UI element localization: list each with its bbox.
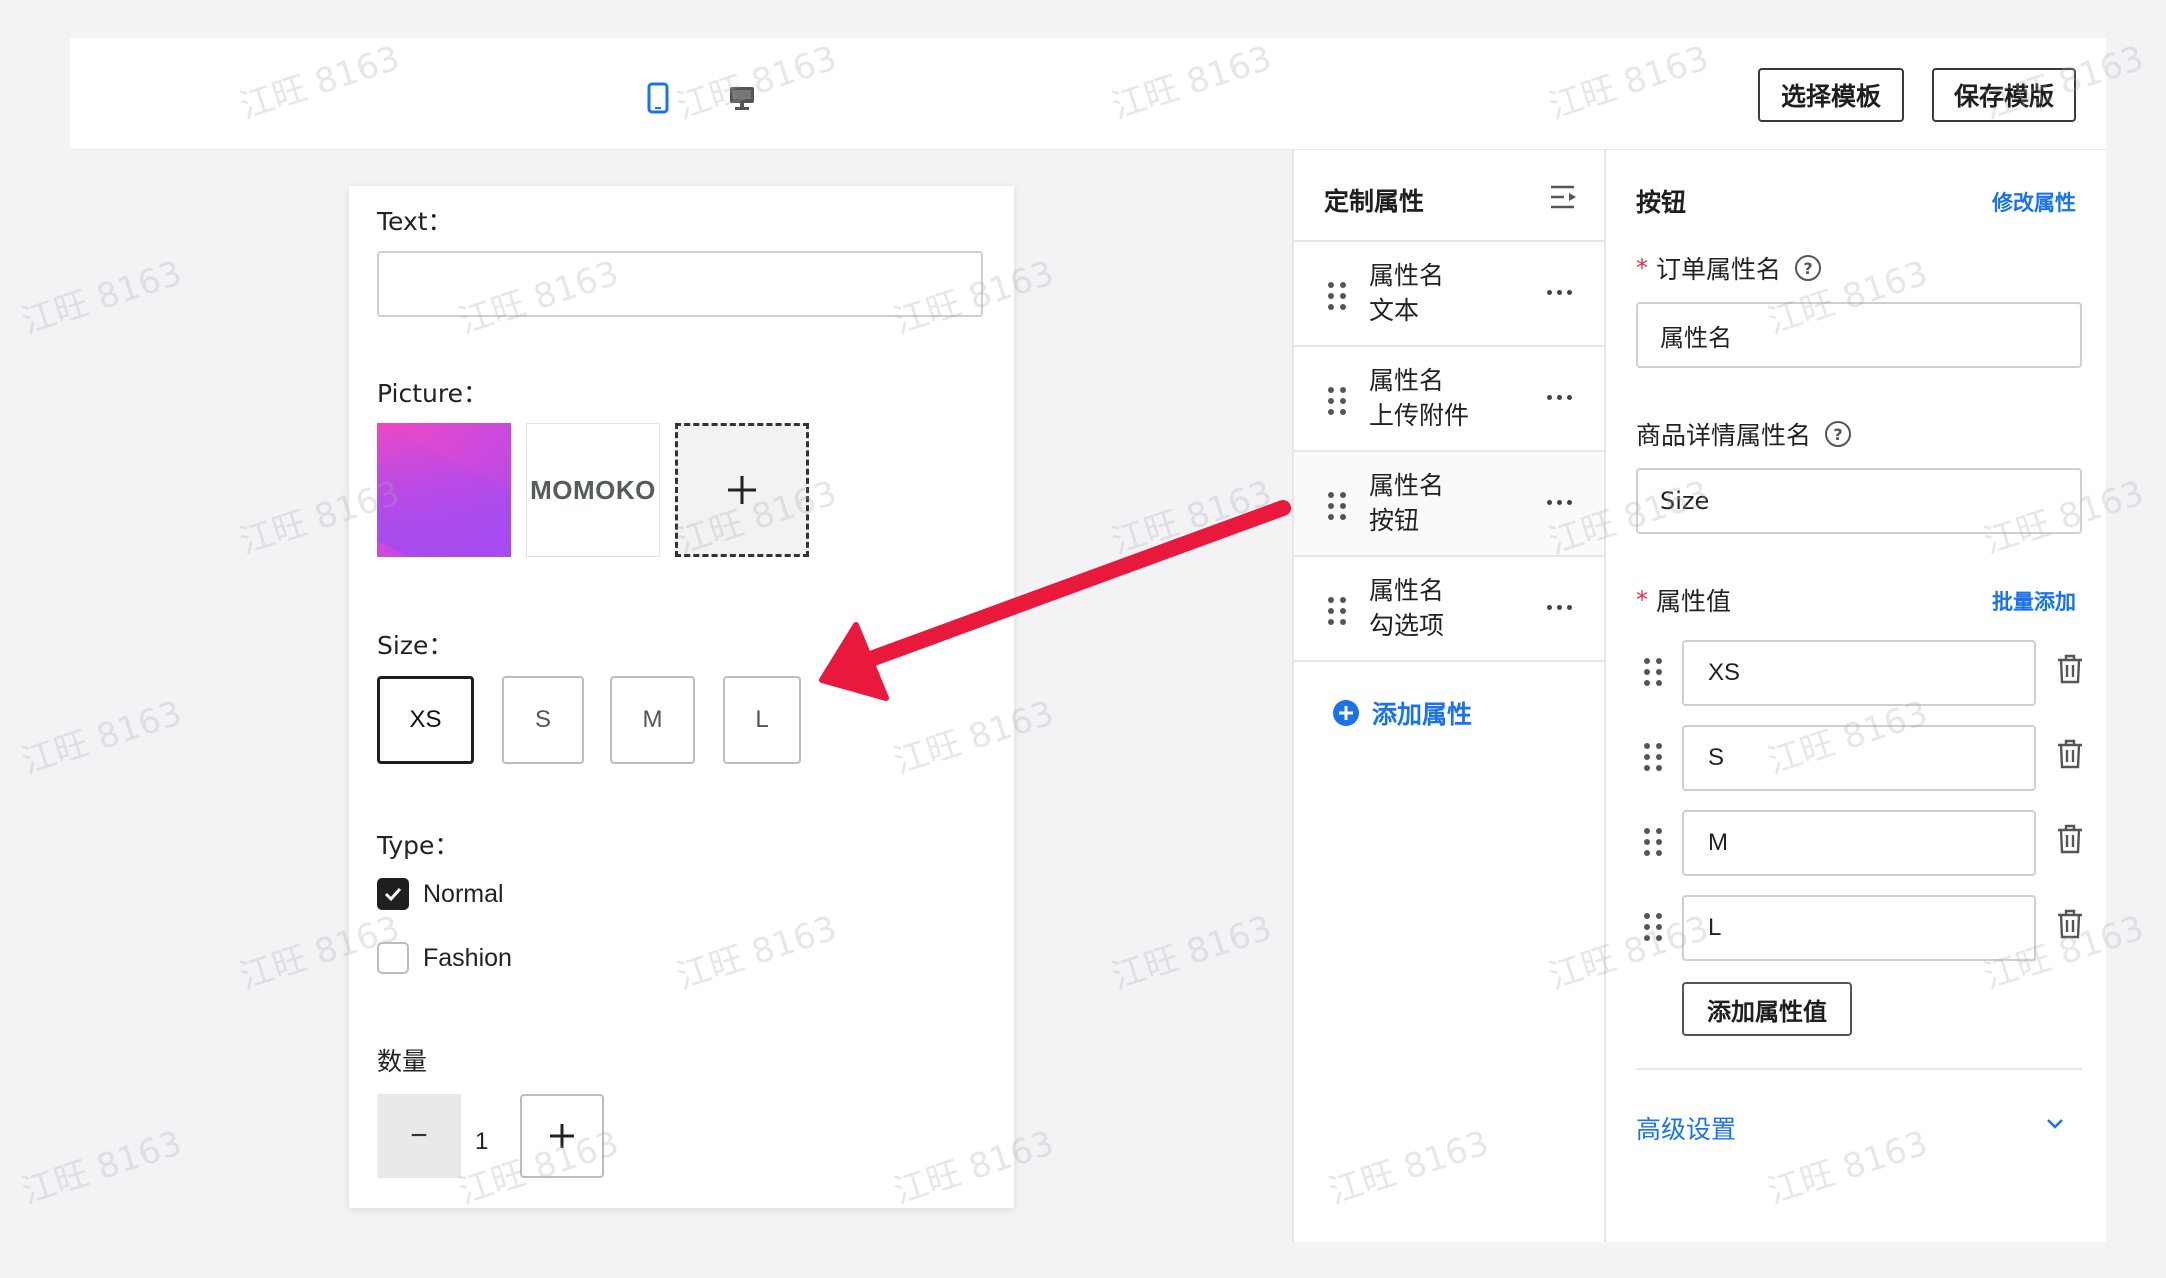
panel-title: 定制属性 (1324, 187, 1425, 216)
required-asterisk: * (1636, 254, 1648, 282)
save-template-button[interactable]: 保存模版 (1932, 68, 2076, 122)
drag-handle-icon[interactable] (1644, 828, 1662, 856)
attribute-name: 属性名 (1369, 261, 1445, 290)
size-option-l[interactable]: L (723, 676, 801, 764)
help-icon[interactable]: ? (1795, 255, 1822, 281)
quantity-increment-button[interactable] (520, 1094, 604, 1178)
more-options-icon[interactable] (1547, 395, 1572, 400)
batch-add-link[interactable]: 批量添加 (1992, 586, 2076, 616)
attribute-value-input-s[interactable]: S (1682, 725, 2036, 791)
attribute-type: 勾选项 (1369, 611, 1445, 640)
attribute-type: 按钮 (1369, 506, 1420, 535)
watermark-text: 江旺 8163 (16, 1123, 187, 1213)
section-divider (1636, 1068, 2082, 1070)
size-option-s[interactable]: S (502, 676, 584, 764)
order-attribute-label-text: 订单属性名 (1656, 255, 1782, 284)
watermark-text: 江旺 8163 (1106, 908, 1277, 998)
quantity-label: 数量 (377, 1047, 428, 1076)
attribute-config-panel: 按钮 修改属性 * 订单属性名 ? 属性名 商品详情属性名 ? Size * 属… (1606, 150, 2106, 1242)
drag-handle-icon[interactable] (1644, 743, 1662, 771)
checkbox-unchecked-icon (377, 942, 409, 974)
add-picture-button[interactable] (675, 423, 809, 557)
attribute-type: 文本 (1369, 296, 1420, 325)
help-icon[interactable]: ? (1825, 421, 1852, 447)
size-option-m[interactable]: M (610, 676, 695, 764)
add-attribute-value-button[interactable]: 添加属性值 (1682, 982, 1852, 1036)
custom-attributes-header: 定制属性 (1294, 150, 1604, 242)
type-option-fashion[interactable]: Fashion (377, 942, 512, 974)
watermark-text: 江旺 8163 (1106, 473, 1277, 563)
required-asterisk: * (1636, 586, 1648, 614)
top-toolbar: 选择模板 保存模版 (70, 38, 2106, 150)
advanced-settings-toggle[interactable]: 高级设置 (1636, 1110, 1736, 1146)
attribute-item-upload[interactable]: 属性名 上传附件 (1294, 347, 1604, 452)
trash-icon[interactable] (2056, 654, 2084, 684)
more-options-icon[interactable] (1547, 500, 1572, 505)
custom-attributes-panel: 定制属性 属性名 文本 属性名 上传附件 属性名 按钮 属性名 勾选项 添加属性 (1292, 150, 1606, 1242)
size-option-xs[interactable]: XS (377, 676, 474, 764)
text-input[interactable] (377, 251, 983, 317)
quantity-decrement-button[interactable]: − (377, 1094, 461, 1178)
minus-icon: − (410, 1119, 428, 1152)
detail-attribute-input[interactable]: Size (1636, 468, 2082, 534)
checkbox-checked-icon (377, 878, 409, 910)
collapse-list-icon[interactable] (1550, 184, 1580, 210)
attribute-value-input-xs[interactable]: XS (1682, 640, 2036, 706)
add-attribute-button[interactable]: 添加属性 (1332, 695, 1472, 731)
plus-icon (728, 476, 756, 504)
more-options-icon[interactable] (1547, 605, 1572, 610)
order-attribute-input[interactable]: 属性名 (1636, 302, 2082, 368)
attribute-item-button[interactable]: 属性名 按钮 (1294, 452, 1604, 557)
type-option-label: Normal (423, 879, 504, 908)
type-option-label: Fashion (423, 943, 512, 972)
attribute-type: 上传附件 (1369, 401, 1470, 430)
trash-icon[interactable] (2056, 824, 2084, 854)
attribute-name: 属性名 (1369, 366, 1445, 395)
more-options-icon[interactable] (1547, 290, 1572, 295)
picture-field-label: Picture： (377, 379, 488, 408)
type-option-normal[interactable]: Normal (377, 878, 504, 910)
drag-handle-icon[interactable] (1328, 597, 1346, 625)
text-field-label: Text： (377, 207, 453, 236)
product-preview-card: Text： Picture： MOMOKO Size： XS S M L Typ… (349, 186, 1014, 1208)
mobile-device-icon[interactable] (638, 78, 678, 118)
drag-handle-icon[interactable] (1328, 492, 1346, 520)
drag-handle-icon[interactable] (1328, 282, 1346, 310)
plus-circle-icon (1333, 700, 1359, 726)
edit-attribute-link[interactable]: 修改属性 (1992, 187, 2076, 217)
config-title: 按钮 (1636, 188, 1687, 217)
attribute-value-input-m[interactable]: M (1682, 810, 2036, 876)
attribute-item-text[interactable]: 属性名 文本 (1294, 242, 1604, 347)
trash-icon[interactable] (2056, 739, 2084, 769)
picture-thumbnail-logo[interactable]: MOMOKO (526, 423, 660, 557)
attribute-name: 属性名 (1369, 576, 1445, 605)
desktop-monitor-icon[interactable] (722, 78, 762, 118)
attribute-values-label: * 属性值 (1636, 582, 1731, 618)
quantity-value[interactable]: 1 (475, 1128, 488, 1156)
picture-thumbnail-gradient[interactable] (377, 423, 511, 557)
attribute-value-input-l[interactable]: L (1682, 895, 2036, 961)
drag-handle-icon[interactable] (1644, 913, 1662, 941)
size-field-label: Size： (377, 631, 454, 660)
attribute-name: 属性名 (1369, 471, 1445, 500)
watermark-text: 江旺 8163 (16, 253, 187, 343)
add-attribute-label: 添加属性 (1372, 700, 1473, 729)
order-attribute-label: * 订单属性名 ? (1636, 250, 1822, 286)
attribute-values-label-text: 属性值 (1656, 587, 1732, 616)
plus-icon (550, 1124, 574, 1148)
type-field-label: Type： (377, 831, 460, 860)
detail-attribute-label: 商品详情属性名 ? (1636, 416, 1852, 452)
attribute-item-checkbox[interactable]: 属性名 勾选项 (1294, 557, 1604, 662)
watermark-text: 江旺 8163 (16, 693, 187, 783)
drag-handle-icon[interactable] (1644, 658, 1662, 686)
drag-handle-icon[interactable] (1328, 387, 1346, 415)
select-template-button[interactable]: 选择模板 (1758, 68, 1904, 122)
chevron-down-icon[interactable] (2046, 1118, 2064, 1130)
detail-attribute-label-text: 商品详情属性名 (1636, 421, 1812, 450)
trash-icon[interactable] (2056, 909, 2084, 939)
